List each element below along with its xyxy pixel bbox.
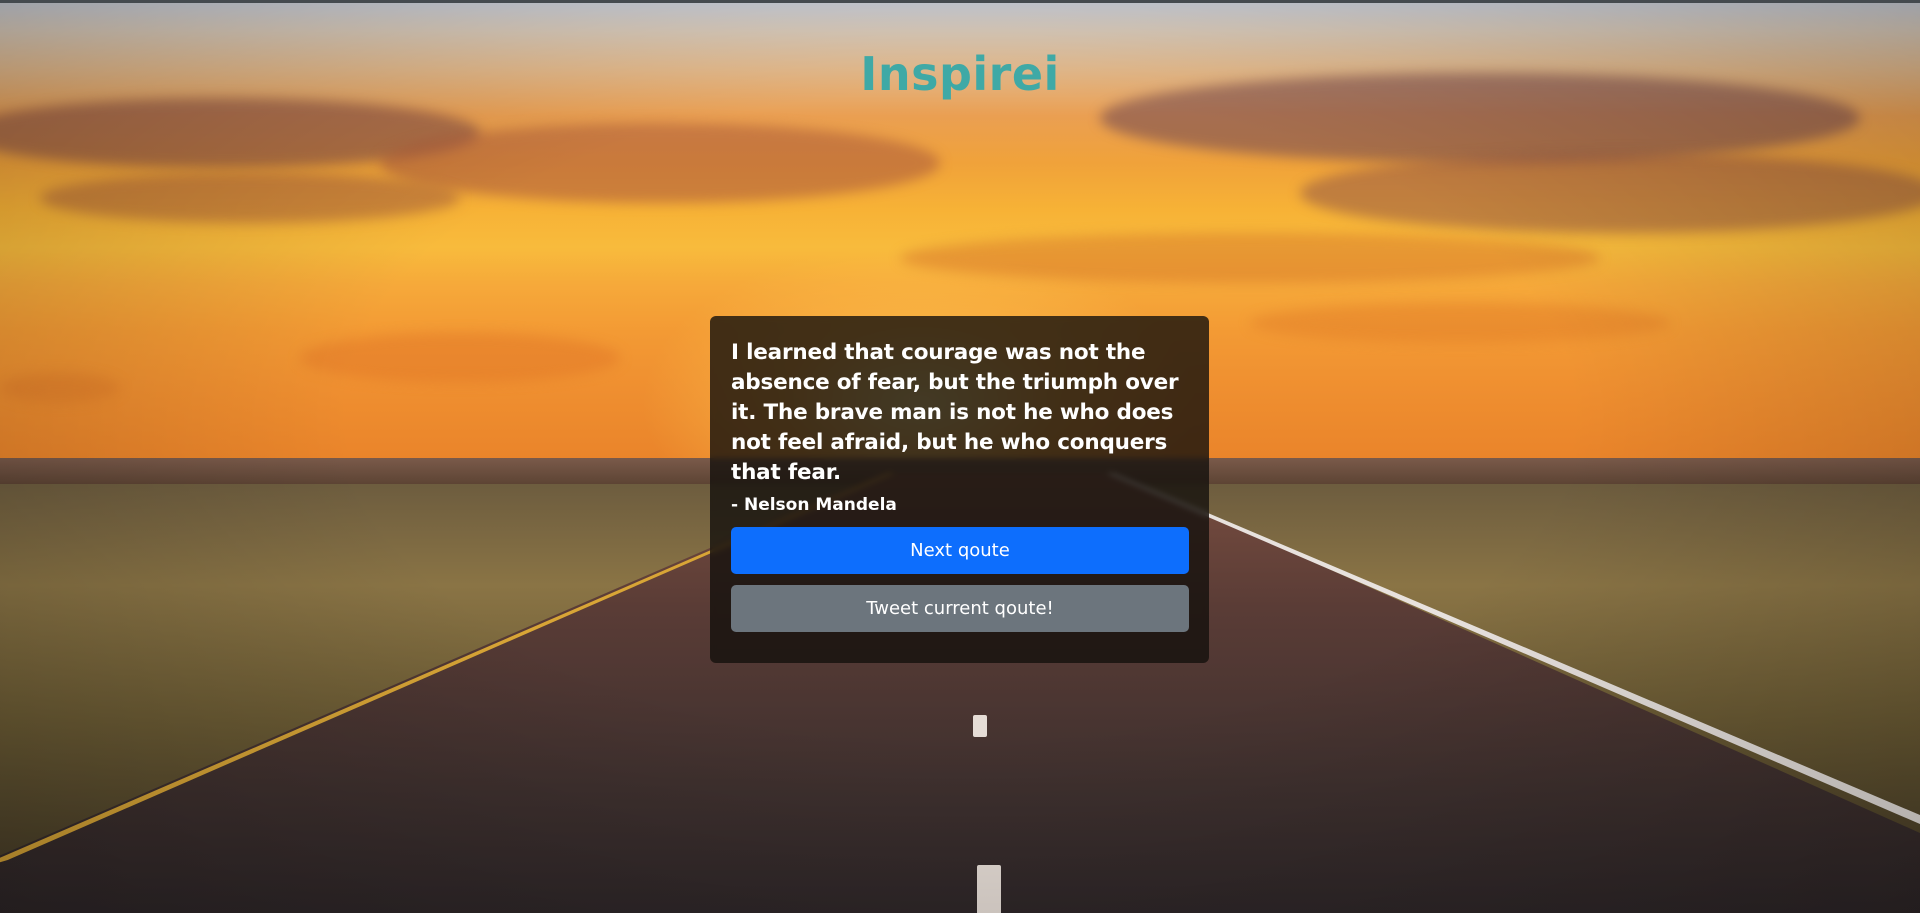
quote-author: - Nelson Mandela bbox=[731, 495, 897, 515]
app-title: Inspirei bbox=[860, 47, 1060, 101]
quote-card: I learned that courage was not the absen… bbox=[710, 316, 1209, 663]
app-page: Inspirei I learned that courage was not … bbox=[0, 0, 1920, 913]
next-quote-button[interactable]: Next qoute bbox=[731, 527, 1189, 574]
tweet-quote-button[interactable]: Tweet current qoute! bbox=[731, 585, 1189, 632]
quote-text: I learned that courage was not the absen… bbox=[731, 340, 1179, 485]
